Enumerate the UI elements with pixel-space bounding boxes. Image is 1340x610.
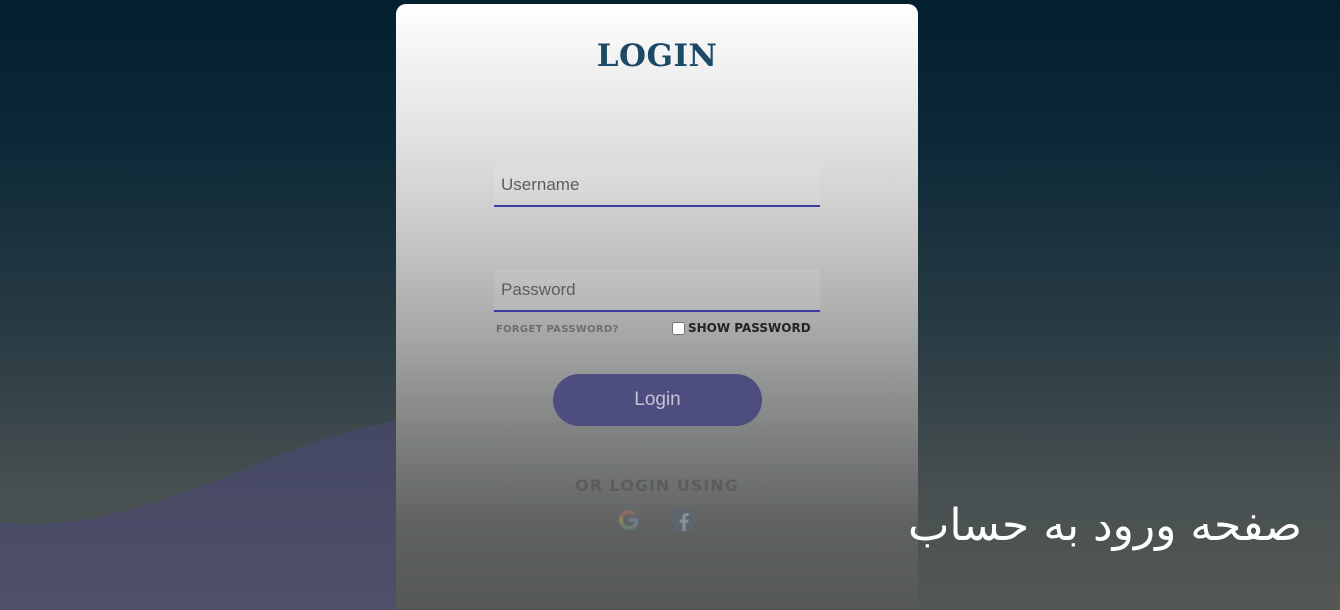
- facebook-icon: [671, 507, 696, 532]
- show-password-label: SHOW PASSWORD: [688, 321, 811, 335]
- facebook-login-button[interactable]: [670, 506, 697, 533]
- username-input[interactable]: [494, 164, 820, 207]
- login-button[interactable]: Login: [553, 374, 762, 426]
- page-caption: صفحه ورود به حساب: [907, 500, 1302, 551]
- forget-password-link[interactable]: FORGET PASSWORD?: [496, 324, 619, 335]
- login-title: LOGIN: [596, 38, 718, 74]
- google-login-button[interactable]: [615, 506, 642, 533]
- or-login-using-label: OR LOGIN USING: [575, 476, 739, 495]
- show-password-toggle[interactable]: SHOW PASSWORD: [672, 321, 811, 335]
- login-card: LOGIN FORGET PASSWORD? SHOW PASSWORD Log…: [396, 4, 918, 610]
- password-input[interactable]: [494, 269, 820, 312]
- show-password-checkbox[interactable]: [672, 321, 685, 335]
- google-icon: [618, 509, 639, 530]
